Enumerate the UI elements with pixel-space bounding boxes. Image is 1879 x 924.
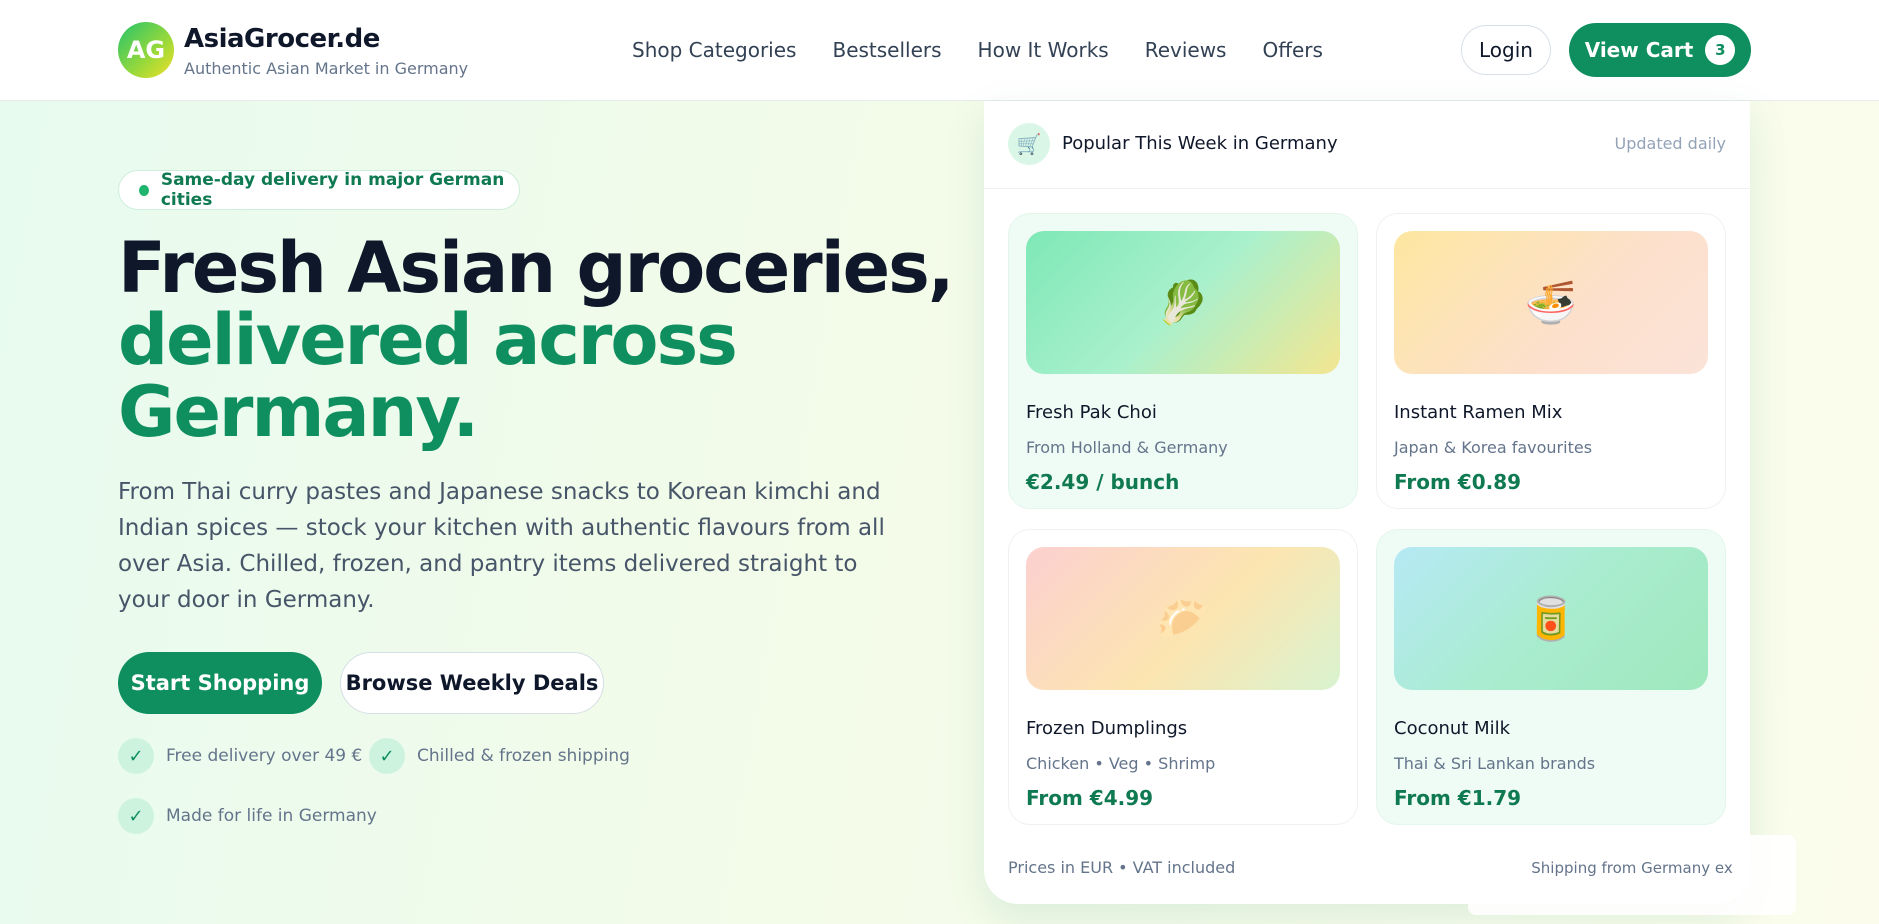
product-name: Fresh Pak Choi [1026, 402, 1157, 423]
panel-title: Popular This Week in Germany [1062, 133, 1338, 154]
canned-food-icon: 🥫 [1394, 547, 1708, 690]
nav-reviews[interactable]: Reviews [1145, 38, 1227, 62]
brand[interactable]: AG AsiaGrocer.de Authentic Asian Market … [118, 22, 468, 78]
product-card[interactable]: 🥫 Coconut Milk Thai & Sri Lankan brands … [1376, 529, 1726, 825]
browse-weekly-deals-button[interactable]: Browse Weekly Deals [340, 652, 604, 714]
perk-free-delivery: ✓ Free delivery over 49 € [118, 738, 362, 774]
product-name: Instant Ramen Mix [1394, 402, 1563, 423]
view-cart-button[interactable]: View Cart 3 [1569, 23, 1751, 77]
brand-tagline: Authentic Asian Market in Germany [184, 58, 469, 78]
product-origin: Japan & Korea favourites [1394, 438, 1593, 457]
panel-updated-note: Updated daily [1614, 134, 1726, 153]
site-header: AG AsiaGrocer.de Authentic Asian Market … [0, 0, 1879, 101]
leafy-greens-icon: 🥬 [1026, 231, 1340, 374]
product-name: Frozen Dumplings [1026, 718, 1188, 739]
dumpling-icon: 🥟 [1026, 547, 1340, 690]
shopping-cart-icon: 🛒 [1008, 123, 1050, 165]
product-card[interactable]: 🥬 Fresh Pak Choi From Holland & Germany … [1008, 213, 1358, 509]
status-dot-icon [139, 184, 149, 196]
product-price: From €4.99 [1026, 786, 1154, 810]
product-origin: From Holland & Germany [1026, 438, 1228, 457]
perk-chilled-frozen: ✓ Chilled & frozen shipping [369, 738, 630, 774]
product-price: From €1.79 [1394, 786, 1522, 810]
product-price: €2.49 / bunch [1026, 470, 1180, 494]
login-button[interactable]: Login [1461, 25, 1551, 75]
cart-count-badge: 3 [1705, 35, 1736, 65]
perk-label: Free delivery over 49 € [166, 746, 363, 766]
product-name: Coconut Milk [1394, 718, 1511, 739]
panel-header: 🛒 Popular This Week in Germany Updated d… [984, 101, 1750, 189]
check-icon: ✓ [118, 738, 154, 774]
perk-label: Made for life in Germany [166, 806, 377, 826]
product-origin: Chicken • Veg • Shrimp [1026, 754, 1216, 773]
nav-bestsellers[interactable]: Bestsellers [832, 38, 941, 62]
check-icon: ✓ [118, 798, 154, 834]
start-shopping-button[interactable]: Start Shopping [118, 652, 322, 714]
hero-description: From Thai curry pastes and Japanese snac… [118, 479, 885, 613]
perk-made-for-germany: ✓ Made for life in Germany [118, 798, 377, 834]
nav-shop-categories[interactable]: Shop Categories [632, 38, 796, 62]
hero-title-line1: Fresh Asian groceries, [118, 227, 954, 309]
hero-title: Fresh Asian groceries, delivered across … [118, 227, 954, 453]
product-origin: Thai & Sri Lankan brands [1394, 754, 1596, 773]
main-nav: Shop Categories Bestsellers How It Works… [632, 38, 1359, 62]
view-cart-label: View Cart [1584, 38, 1694, 62]
shipping-note-chip: Shipping from Germany ex [1468, 835, 1796, 915]
check-icon: ✓ [369, 738, 405, 774]
product-price: From €0.89 [1394, 470, 1522, 494]
nav-offers[interactable]: Offers [1262, 38, 1322, 62]
brand-name: AsiaGrocer.de [184, 23, 380, 54]
delivery-badge: Same-day delivery in major German cities [118, 170, 520, 210]
product-card[interactable]: 🍜 Instant Ramen Mix Japan & Korea favour… [1376, 213, 1726, 509]
popular-products-panel: 🛒 Popular This Week in Germany Updated d… [984, 101, 1750, 904]
hero-title-line2: delivered across Germany. [118, 299, 738, 453]
noodle-bowl-icon: 🍜 [1394, 231, 1708, 374]
perk-label: Chilled & frozen shipping [417, 746, 630, 766]
product-card[interactable]: 🥟 Frozen Dumplings Chicken • Veg • Shrim… [1008, 529, 1358, 825]
price-note: Prices in EUR • VAT included [1008, 858, 1236, 877]
nav-how-it-works[interactable]: How It Works [978, 38, 1109, 62]
brand-logo: AG [118, 22, 174, 78]
delivery-badge-text: Same-day delivery in major German cities [160, 170, 505, 210]
